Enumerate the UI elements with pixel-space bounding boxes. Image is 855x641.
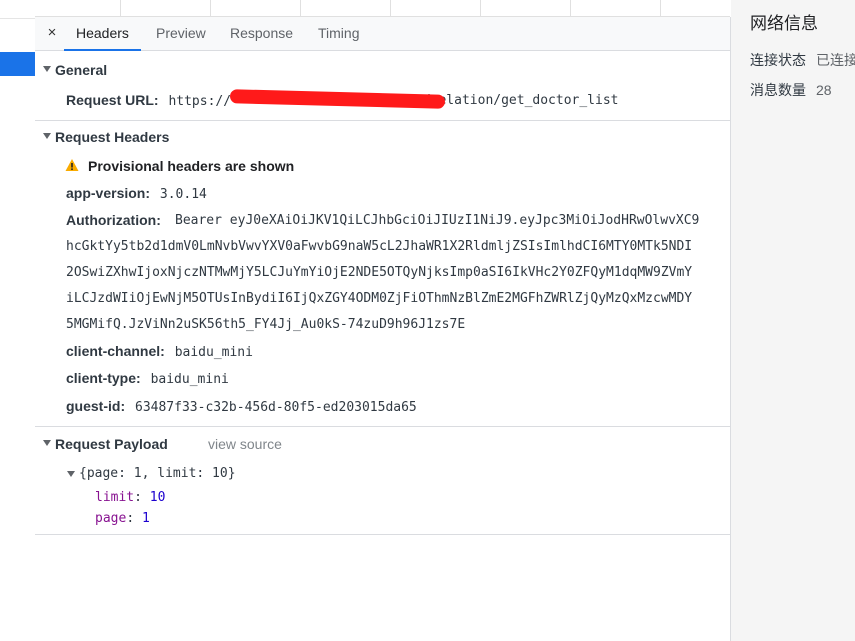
network-info-panel: 网络信息 连接状态 已连接 消息数量 28: [731, 0, 855, 641]
header-key: Request URL:: [66, 92, 159, 108]
section-title: Request Headers: [55, 129, 170, 145]
expand-triangle-icon: [43, 440, 51, 446]
grid-divider: [570, 0, 571, 16]
payload-value: 10: [149, 490, 166, 505]
client-channel-row: client-channel: baidu_mini: [66, 343, 253, 360]
redaction-mark: [229, 89, 446, 109]
grid-divider: [390, 0, 391, 16]
payload-colon: :: [134, 490, 150, 505]
authorization-value-line: iLCJzdWIiOjEwNjM5OTUsInBydiI6IjQxZGY4ODM…: [66, 291, 693, 306]
payload-property-row: limit: 10: [95, 490, 165, 505]
grid-divider: [120, 0, 121, 16]
authorization-row: Authorization:: [66, 212, 161, 228]
request-details-pane: × Headers Preview Response Timing Genera…: [35, 17, 731, 641]
grid-divider: [300, 0, 301, 16]
view-source-link[interactable]: view source: [208, 436, 282, 452]
payload-summary-text: {page: 1, limit: 10}: [79, 466, 236, 481]
authorization-value-line: 2OSwiZXhwIjoxNjczNTMwMjY5LCJuYmYiOjE2NDE…: [66, 265, 693, 280]
request-url-row: Request URL: https://: [66, 92, 231, 109]
authorization-value-line: Bearer eyJ0eXAiOiJKV1QiLCJhbGciOiJIUzI1N…: [175, 213, 700, 228]
header-key: client-channel:: [66, 343, 165, 359]
message-count-row: 消息数量 28: [750, 80, 832, 100]
section-divider: [35, 120, 730, 121]
info-value: 28: [816, 82, 832, 98]
payload-colon: :: [126, 511, 142, 526]
network-request-list[interactable]: [0, 0, 36, 641]
header-key: Authorization:: [66, 212, 161, 228]
tab-timing[interactable]: Timing: [306, 17, 372, 50]
section-divider: [35, 426, 730, 427]
request-list-column-headers: [35, 0, 730, 17]
request-url-suffix: r/relation/get_doctor_list: [415, 93, 619, 108]
info-label: 消息数量: [750, 82, 806, 98]
request-url-prefix: https://: [168, 94, 232, 109]
payload-property-row: page: 1: [95, 511, 150, 526]
selected-request-row[interactable]: [0, 52, 35, 76]
authorization-value-line: 5MGMifQ.JzViNn2uSK56th5_FY4Jj_Au0kS-74zu…: [66, 317, 466, 332]
guest-id-row: guest-id: 63487f33-c32b-456d-80f5-ed2030…: [66, 398, 417, 415]
warning-icon: [65, 159, 79, 171]
tab-headers[interactable]: Headers: [64, 17, 141, 51]
panel-title: 网络信息: [750, 14, 818, 33]
payload-key: limit: [95, 490, 135, 505]
app-version-row: app-version: 3.0.14: [66, 185, 207, 202]
close-icon[interactable]: ×: [43, 23, 61, 43]
info-label: 连接状态: [750, 52, 806, 68]
payload-value: 1: [141, 511, 150, 526]
payload-object-summary[interactable]: {page: 1, limit: 10}: [67, 466, 236, 481]
info-value: 已连接: [816, 52, 855, 68]
request-payload-section-header[interactable]: Request Payload view source: [35, 434, 730, 456]
details-tabbar: × Headers Preview Response Timing: [35, 17, 730, 51]
grid-divider: [660, 0, 661, 16]
tab-preview[interactable]: Preview: [144, 17, 218, 50]
request-list-header-row: [0, 0, 35, 19]
header-value: baidu_mini: [150, 372, 229, 387]
authorization-value-line: hcGktYy5tb2d1dmV0LmNvbVwvYXV0aFwvbG9naW5…: [66, 239, 693, 254]
connection-status-row: 连接状态 已连接: [750, 50, 855, 70]
header-key: client-type:: [66, 370, 141, 386]
expand-triangle-icon: [43, 133, 51, 139]
provisional-headers-notice: Provisional headers are shown: [88, 158, 295, 174]
header-value: baidu_mini: [174, 345, 253, 360]
general-section-header[interactable]: General: [35, 60, 730, 82]
section-divider: [35, 534, 730, 535]
section-title: General: [55, 62, 108, 78]
header-value: 3.0.14: [159, 187, 207, 202]
request-headers-section-header[interactable]: Request Headers: [35, 127, 730, 149]
header-key: guest-id:: [66, 398, 126, 414]
header-value: 63487f33-c32b-456d-80f5-ed203015da65: [135, 400, 417, 415]
grid-divider: [480, 0, 481, 16]
header-key: app-version:: [66, 185, 151, 201]
client-type-row: client-type: baidu_mini: [66, 370, 229, 387]
expand-triangle-icon: [67, 470, 75, 477]
tab-response[interactable]: Response: [218, 17, 305, 50]
payload-key: page: [95, 511, 127, 526]
expand-triangle-icon: [43, 66, 51, 72]
section-title: Request Payload: [55, 436, 168, 452]
grid-divider: [210, 0, 211, 16]
